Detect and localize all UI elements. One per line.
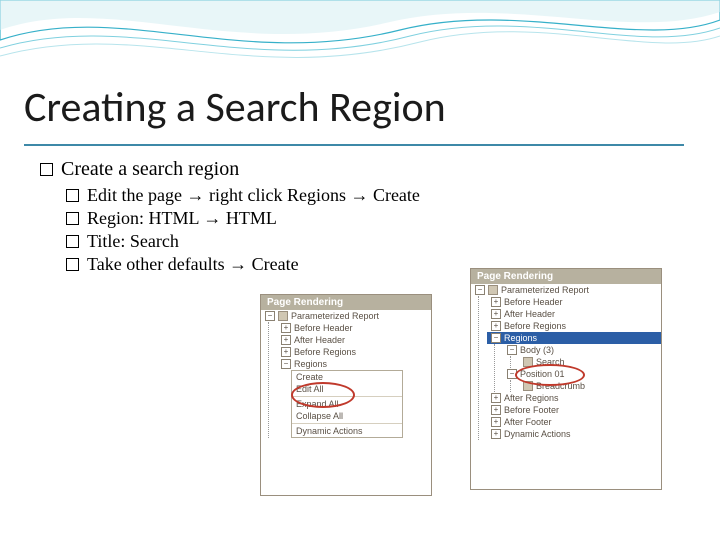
slide-title: Creating a Search Region [24,82,446,133]
collapse-icon: − [475,285,485,295]
page-icon [488,285,498,295]
tree-row: +After Regions [487,392,661,404]
panel-header: Page Rendering [261,295,431,310]
screenshots-group: Page Rendering −Parameterized Report +Be… [260,294,680,514]
tree-row: +Before Regions [277,346,431,358]
tree-row-label: Before Regions [504,321,566,331]
expand-icon: + [491,429,501,439]
bullet-square-icon [66,212,79,225]
page-icon [278,311,288,321]
tree-root: − Parameterized Report [261,310,431,322]
highlight-ring-icon [515,364,585,386]
expand-icon: + [491,405,501,415]
bullet-lvl2: Region: HTML → HTML [66,208,680,229]
highlight-ring-icon [291,382,355,408]
tree-row: +Before Regions [487,320,661,332]
panel-header: Page Rendering [471,269,661,284]
expand-icon: + [491,309,501,319]
bullet-lvl2-text: Edit the page → right click Regions → Cr… [87,185,420,205]
tree-row-selected[interactable]: −Regions [487,332,661,344]
tree-root-label: Parameterized Report [291,311,379,321]
bullet-lvl2-text: Title: Search [87,231,179,251]
tree-row-label: Regions [504,333,537,343]
slide-body: Create a search region Edit the page → r… [40,158,680,277]
tree-row: +Before Header [487,296,661,308]
menu-item-label: Dynamic Actions [296,426,363,436]
tree-row-label: Before Header [294,323,353,333]
tree-row: +After Footer [487,416,661,428]
bullet-lvl2-text: Region: HTML → HTML [87,208,277,228]
wave-decoration [0,0,720,90]
tree-row: +Dynamic Actions [487,428,661,440]
lvl2-group: Edit the page → right click Regions → Cr… [66,185,680,275]
expand-icon: + [491,321,501,331]
expand-icon: + [491,297,501,307]
bullet-lvl2-text: Take other defaults → Create [87,254,299,274]
collapse-icon: − [507,345,517,355]
bullet-lvl1: Create a search region [40,158,680,181]
bullet-square-icon [66,235,79,248]
tree-row-label: Regions [294,359,327,369]
tree-row: +After Header [487,308,661,320]
collapse-icon: − [265,311,275,321]
bullet-square-icon [66,189,79,202]
menu-item-label: Create [296,372,323,382]
expand-icon: + [491,393,501,403]
tree-row: +Before Header [277,322,431,334]
menu-item-create[interactable]: Create [292,371,402,383]
tree-row-label: After Regions [504,393,559,403]
page-rendering-panel-left: Page Rendering −Parameterized Report +Be… [260,294,432,496]
tree-row-label: After Header [504,309,555,319]
title-underline [24,144,684,146]
menu-item-collapse-all[interactable]: Collapse All [292,410,402,422]
bullet-lvl1-text: Create a search region [61,158,239,180]
menu-item-label: Collapse All [296,411,343,421]
tree-row: +After Header [277,334,431,346]
menu-divider [292,423,402,424]
collapse-icon: − [491,333,501,343]
bullet-lvl2: Title: Search [66,231,680,252]
tree-row-label: Dynamic Actions [504,429,571,439]
tree-root: − Parameterized Report [471,284,661,296]
tree-row-label: Before Header [504,297,563,307]
expand-icon: + [281,323,291,333]
tree-row: −Body (3) [503,344,661,356]
tree-row-label: After Footer [504,417,552,427]
bullet-square-icon [40,163,53,176]
bullet-lvl2: Edit the page → right click Regions → Cr… [66,185,680,206]
collapse-icon: − [281,359,291,369]
page-rendering-panel-right: Page Rendering −Parameterized Report +Be… [470,268,662,490]
tree-row: −Regions [277,358,431,370]
tree-root-label: Parameterized Report [501,285,589,295]
slide: Creating a Search Region Create a search… [0,0,720,540]
bullet-square-icon [66,258,79,271]
tree-row-label: Body (3) [520,345,554,355]
expand-icon: + [281,347,291,357]
tree-children: +Before Header +After Header +Before Reg… [268,322,431,438]
tree-row: +Before Footer [487,404,661,416]
tree-row-label: After Header [294,335,345,345]
tree-row-label: Before Footer [504,405,559,415]
expand-icon: + [491,417,501,427]
menu-item-dynamic-actions[interactable]: Dynamic Actions [292,425,402,437]
expand-icon: + [281,335,291,345]
tree-row-label: Before Regions [294,347,356,357]
